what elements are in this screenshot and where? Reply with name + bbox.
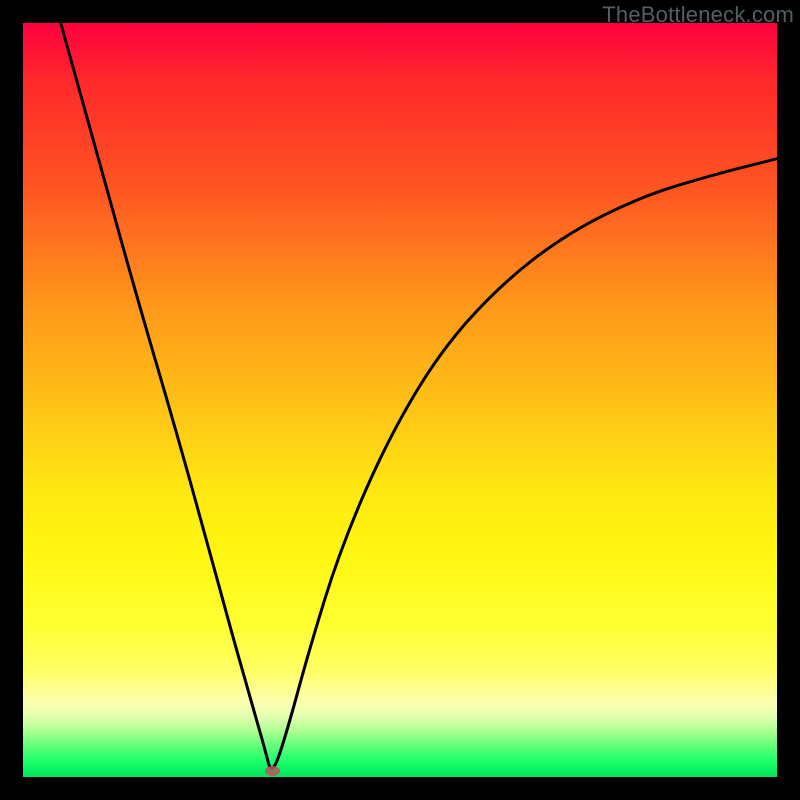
plot-area [23, 23, 777, 777]
bottleneck-curve [23, 23, 777, 777]
watermark-text: TheBottleneck.com [602, 2, 794, 28]
chart-frame: TheBottleneck.com [0, 0, 800, 800]
optimal-point-marker [265, 766, 280, 776]
